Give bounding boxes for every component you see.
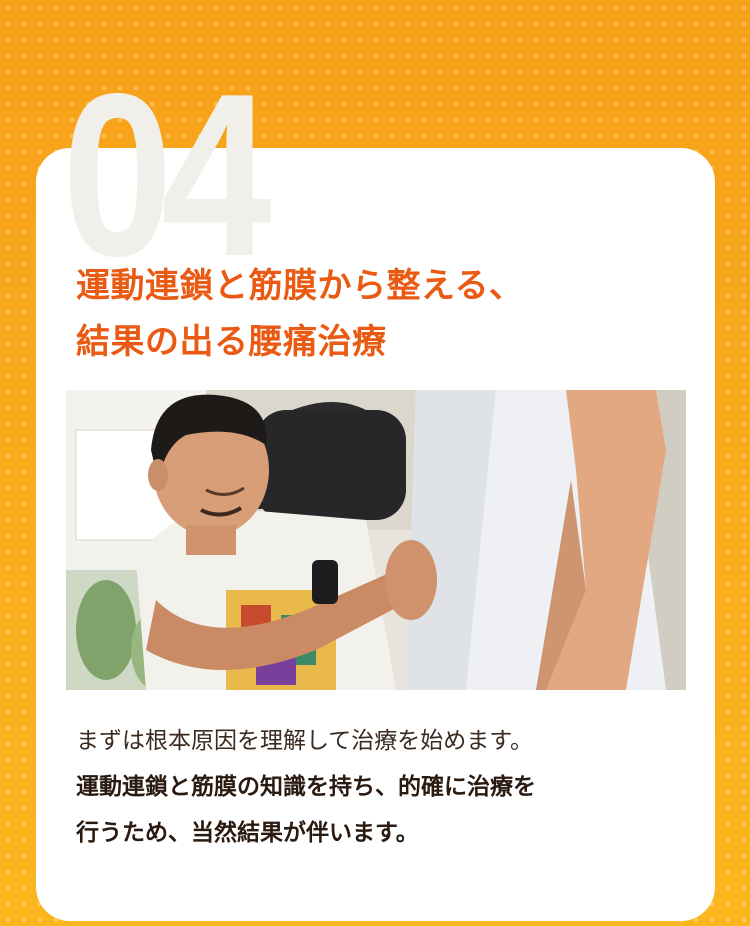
section-title: 運動連鎖と筋膜から整える、 結果の出る腰痛治療 <box>76 258 523 370</box>
description: まずは根本原因を理解して治療を始めます。 運動連鎖と筋膜の知識を持ち、的確に治療… <box>76 718 696 856</box>
treatment-illustration <box>66 390 686 690</box>
title-line-2: 結果の出る腰痛治療 <box>76 322 387 362</box>
description-line-1: まずは根本原因を理解して治療を始めます。 <box>76 728 534 754</box>
description-line-3: 行うため、当然結果が伴います。 <box>76 820 419 846</box>
title-line-1: 運動連鎖と筋膜から整える、 <box>76 266 524 306</box>
treatment-photo <box>66 390 686 690</box>
description-line-2: 運動連鎖と筋膜の知識を持ち、的確に治療を <box>76 774 536 800</box>
